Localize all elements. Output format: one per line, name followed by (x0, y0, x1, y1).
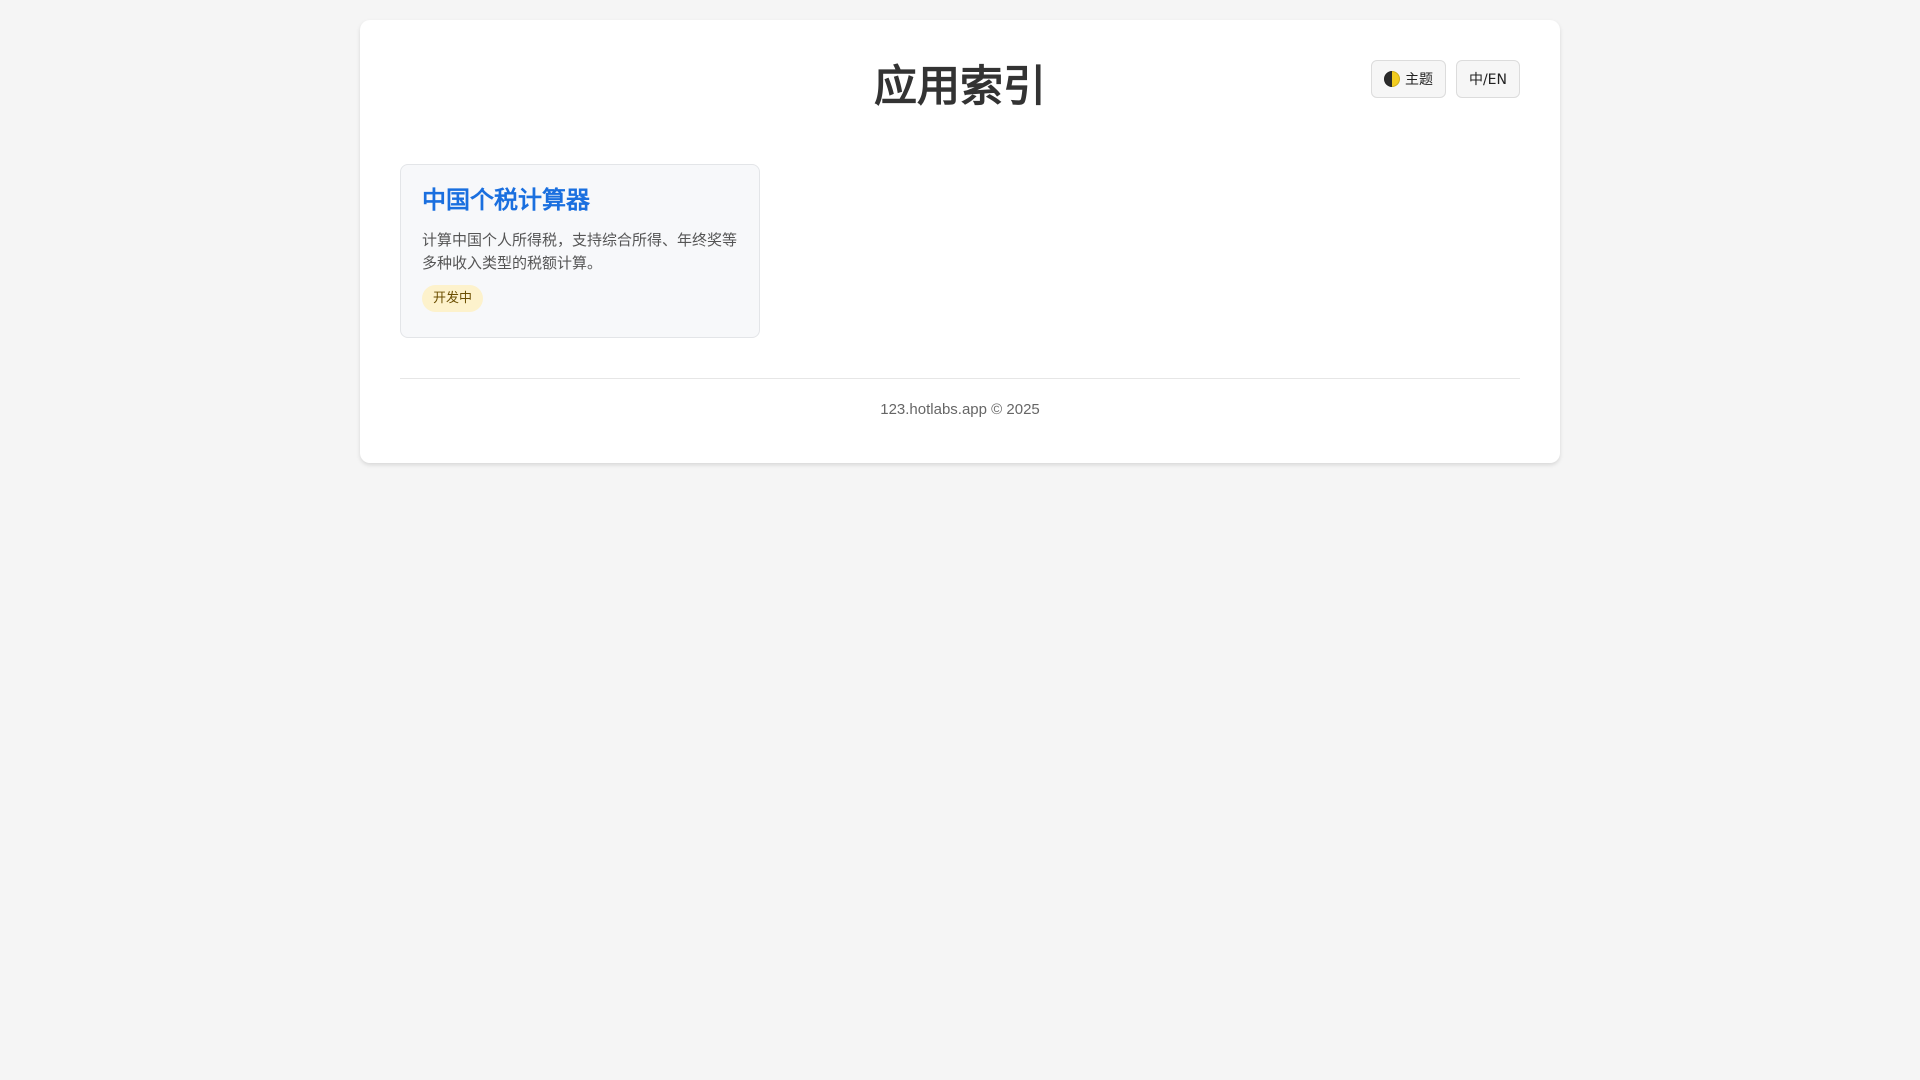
page-footer: 123.hotlabs.app © 2025 (400, 378, 1520, 418)
main-container: 应用索引 主题 中/EN 中国个税计算器 计算中国个人所得税，支持综合所得、年终… (360, 20, 1560, 463)
theme-toggle-button[interactable]: 主题 (1370, 60, 1446, 98)
page-title: 应用索引 (874, 62, 1046, 112)
app-card-tax-calculator[interactable]: 中国个税计算器 计算中国个人所得税，支持综合所得、年终奖等多种收入类型的税额计算… (400, 164, 760, 338)
page-header: 应用索引 主题 中/EN (400, 20, 1520, 164)
app-grid: 中国个税计算器 计算中国个人所得税，支持综合所得、年终奖等多种收入类型的税额计算… (400, 164, 1520, 338)
header-controls: 主题 中/EN (1370, 60, 1520, 98)
app-title[interactable]: 中国个税计算器 (422, 185, 738, 215)
language-toggle-button[interactable]: 中/EN (1455, 60, 1520, 98)
app-description: 计算中国个人所得税，支持综合所得、年终奖等多种收入类型的税额计算。 (422, 231, 738, 272)
language-button-label: 中/EN (1468, 72, 1507, 88)
footer-text: 123.hotlabs.app © 2025 (880, 401, 1040, 418)
half-moon-icon (1383, 71, 1400, 87)
status-badge: 开发中 (422, 285, 484, 312)
theme-button-label: 主题 (1404, 72, 1433, 88)
